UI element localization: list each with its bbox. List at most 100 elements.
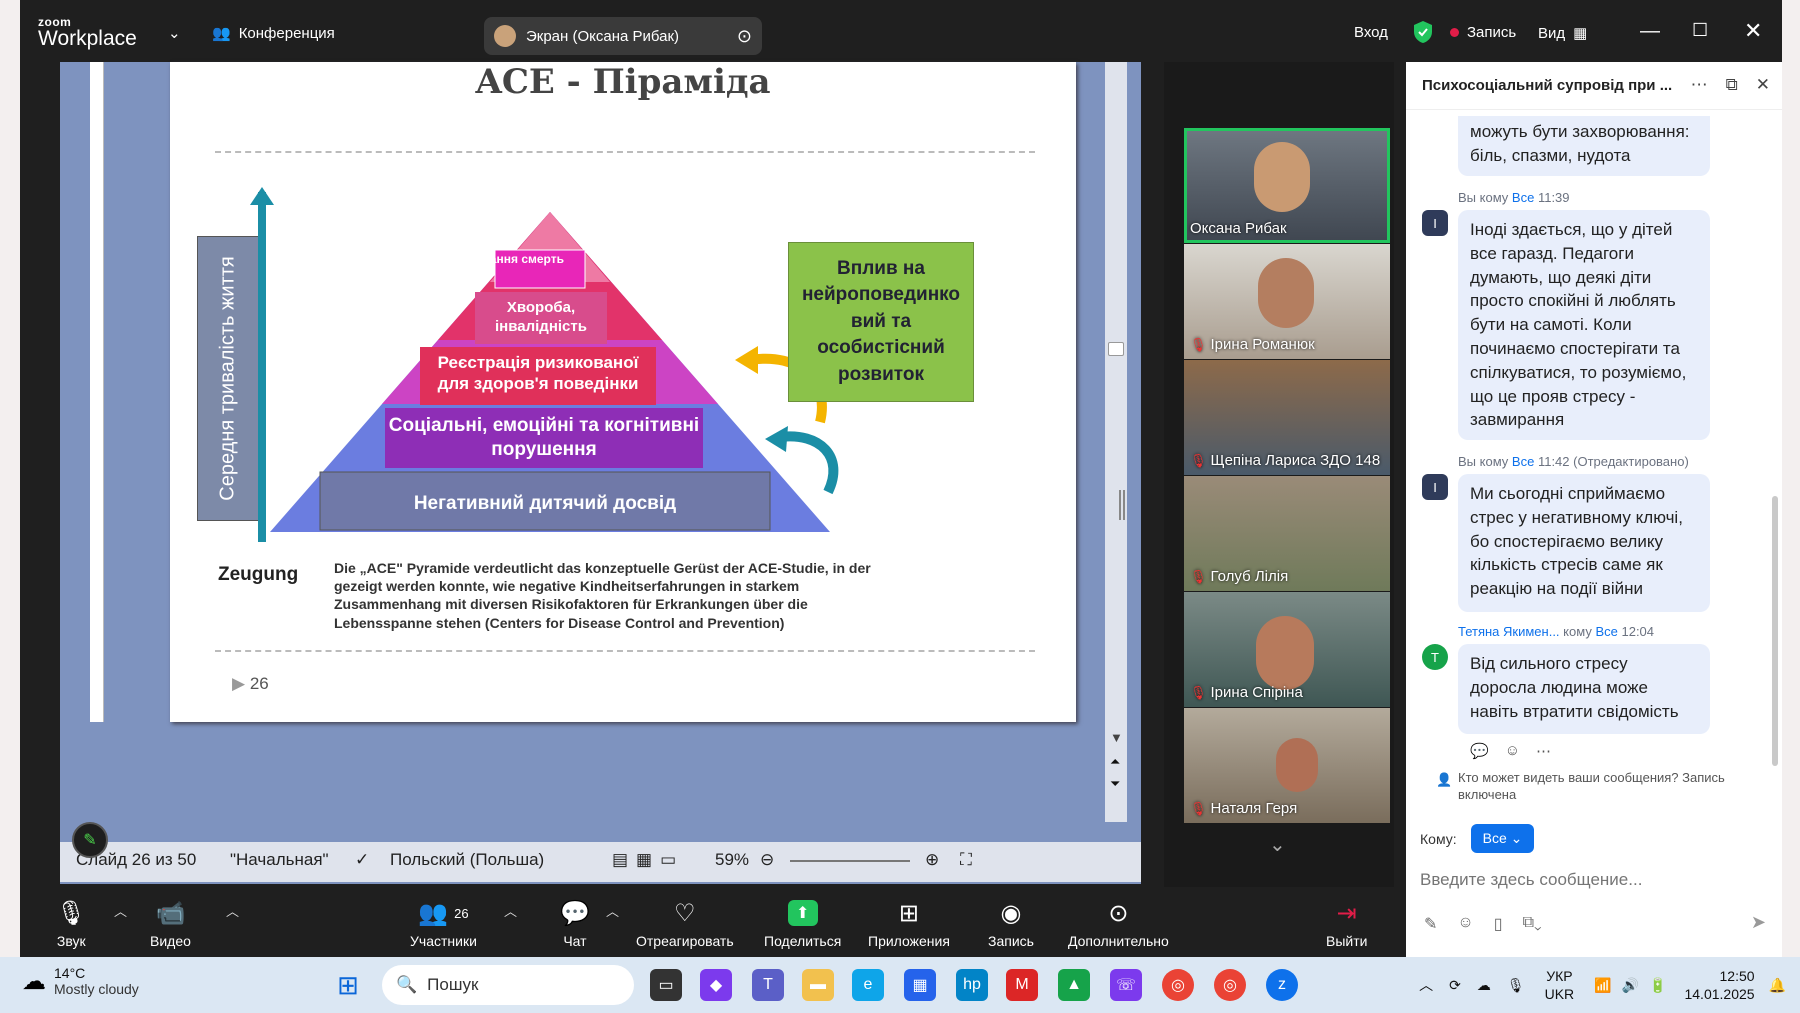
privacy-notice[interactable]: 👤 Кто может видеть ваши сообщения? Запис… — [1436, 770, 1756, 804]
google-drive-icon[interactable]: ▲ — [1058, 969, 1090, 1001]
fit-slide-icon[interactable]: ⛶ — [960, 850, 972, 870]
participant-name: 🎙 Наталя Геря — [1190, 800, 1298, 817]
chrome-icon[interactable]: ◎ — [1162, 969, 1194, 1001]
view-mode-icons[interactable]: ▤▦▭ — [612, 850, 684, 870]
annotate-pen-button[interactable]: ✎ — [72, 822, 108, 858]
close-chat-icon[interactable]: ✕ — [1756, 75, 1770, 95]
audio-options-caret-icon[interactable]: ︿ — [114, 901, 127, 920]
zoom-taskbar-icon[interactable]: z — [1266, 969, 1298, 1001]
send-icon[interactable]: ➤ — [1751, 912, 1766, 933]
login-button[interactable]: Вход — [1354, 24, 1388, 41]
participant-video — [1276, 738, 1318, 792]
vertical-scrollbar[interactable]: ▼ ⏶ ⏷ — [1105, 62, 1127, 822]
microphone-icon[interactable]: 🎙 — [1507, 977, 1525, 994]
format-icon[interactable]: ✎ — [1424, 914, 1437, 934]
participant-tile[interactable]: Оксана Рибак — [1184, 128, 1390, 243]
video-button[interactable]: 📹 Видео — [150, 897, 191, 950]
myhp-icon[interactable]: hp — [956, 969, 988, 1001]
reply-icon[interactable]: 💬 — [1470, 742, 1489, 760]
task-view-icon[interactable]: ▭ — [650, 969, 682, 1001]
message-input[interactable] — [1420, 870, 1760, 890]
sync-icon[interactable]: ⟳ — [1449, 977, 1461, 994]
view-button[interactable]: Вид ▦ — [1538, 24, 1587, 43]
zoom-out-icon[interactable]: ⊖ — [760, 850, 774, 870]
apps-button[interactable]: ⊞ Приложения — [868, 897, 950, 950]
screen-share-indicator[interactable]: Экран (Оксана Рибак) ⊙ — [484, 17, 762, 55]
conference-label: Конференция — [238, 24, 335, 42]
add-reaction-icon[interactable]: ☺ — [1505, 742, 1520, 760]
participant-tile[interactable]: 🎙 Наталя Геря — [1184, 708, 1390, 823]
video-options-caret-icon[interactable]: ︿ — [226, 901, 239, 920]
volume-icon[interactable]: 🔊 — [1622, 977, 1639, 994]
recipient-select[interactable]: Все ⌄ — [1470, 824, 1535, 853]
record-indicator[interactable]: Запись — [1450, 24, 1516, 41]
react-button[interactable]: ♡ Отреагировать — [636, 897, 734, 950]
scrollbar-thumb[interactable] — [1108, 342, 1124, 356]
chat-options-caret-icon[interactable]: ︿ — [606, 901, 619, 920]
sender-avatar: I — [1422, 210, 1448, 236]
leave-button[interactable]: ⇥ Выйти — [1326, 897, 1367, 950]
panel-resize-handle[interactable] — [1119, 490, 1125, 520]
more-options-icon[interactable]: ⊙ — [737, 26, 752, 47]
store-icon[interactable]: ▦ — [904, 969, 936, 1001]
language-status[interactable]: Польский (Польша) — [390, 850, 544, 870]
conference-button[interactable]: 👥 Конференция — [212, 24, 335, 43]
influence-label: Вплив на нейроповединко вий та особистіс… — [801, 257, 961, 385]
windows-start-icon[interactable]: ⊞ — [332, 969, 364, 1001]
minimize-icon[interactable]: — — [1640, 20, 1660, 43]
language-indicator[interactable]: УКР UKR — [1545, 967, 1575, 1003]
chrome-profile-icon[interactable]: ◎ — [1214, 969, 1246, 1001]
security-shield-icon[interactable] — [1412, 20, 1434, 44]
participant-tile[interactable]: 🎙 Ірина Спіріна — [1184, 592, 1390, 707]
battery-icon[interactable]: 🔋 — [1649, 977, 1666, 994]
participant-video — [1254, 142, 1310, 212]
participants-button[interactable]: 👥 26 Участники — [410, 897, 477, 950]
maximize-icon[interactable]: ☐ — [1692, 20, 1708, 41]
edge-icon[interactable]: e — [852, 969, 884, 1001]
scroll-down-icon[interactable]: ▼ — [1110, 730, 1123, 745]
chat-scrollbar[interactable] — [1772, 496, 1778, 766]
wifi-icon[interactable]: 📶 — [1594, 977, 1611, 994]
logo-menu-chevron-icon[interactable]: ⌄ — [168, 24, 181, 42]
weather-widget[interactable]: ☁ 14°C Mostly cloudy — [22, 965, 139, 997]
more-icon[interactable]: ⋯ — [1691, 75, 1708, 95]
clock[interactable]: 12:50 14.01.2025 — [1684, 967, 1754, 1003]
share-button[interactable]: ⬆ Поделиться — [764, 897, 841, 949]
participant-tile[interactable]: 🎙 Щепіна Лариса ЗДО 148 — [1184, 360, 1390, 475]
screenshot-icon[interactable]: ⧉⌄ — [1523, 914, 1542, 934]
participants-options-caret-icon[interactable]: ︿ — [504, 901, 517, 920]
more-actions-icon[interactable]: ⋯ — [1536, 742, 1551, 760]
previous-slide-icon[interactable]: ⏶ — [1110, 754, 1120, 770]
muted-mic-icon: 🎙 — [1190, 568, 1207, 584]
zoom-slider[interactable] — [790, 860, 910, 862]
viber-icon[interactable]: ☏ — [1110, 969, 1142, 1001]
chat-title: Психосоціальний супровід при ... — [1422, 77, 1673, 94]
onedrive-icon[interactable]: ☁ — [1477, 977, 1491, 994]
taskbar-search[interactable]: 🔍 Пошук — [382, 965, 634, 1005]
mcafee-icon[interactable]: M — [1006, 969, 1038, 1001]
message-meta: Вы кому Все 11:39 — [1458, 190, 1570, 205]
next-slide-icon[interactable]: ⏷ — [1110, 776, 1120, 792]
chat-message-partial: можуть бути захворювання: біль, спазми, … — [1458, 116, 1710, 176]
participant-tile[interactable]: 🎙 Ірина Романюк — [1184, 244, 1390, 359]
notification-bell-icon[interactable]: 🔔 — [1769, 977, 1786, 994]
chat-button[interactable]: 💬 Чат — [560, 897, 590, 950]
zoom-in-icon[interactable]: ⊕ — [925, 850, 939, 870]
gallery-scroll-down-icon[interactable]: ⌄ — [1269, 832, 1286, 857]
tray-overflow-icon[interactable]: ︿ — [1419, 975, 1433, 995]
teams-icon[interactable]: T — [752, 969, 784, 1001]
file-explorer-icon[interactable]: ▬ — [802, 969, 834, 1001]
participant-tile[interactable]: 🎙 Голуб Лілія — [1184, 476, 1390, 591]
close-icon[interactable]: ✕ — [1744, 18, 1762, 44]
record-button[interactable]: ◉ Запись — [988, 897, 1034, 950]
zoom-level[interactable]: 59% — [715, 850, 749, 870]
apps-icon: ⊞ — [898, 899, 920, 927]
copilot-icon[interactable]: ◆ — [700, 969, 732, 1001]
more-button[interactable]: ⊙ Дополнительно — [1068, 897, 1169, 950]
emoji-icon[interactable]: ☺ — [1457, 914, 1473, 934]
audio-button[interactable]: 🎙 Звук — [56, 897, 86, 950]
spellcheck-icon[interactable]: ✓ — [355, 850, 369, 870]
file-icon[interactable]: ▯ — [1494, 914, 1503, 934]
slide-number-label: 26 — [249, 674, 269, 693]
pop-out-icon[interactable]: ⧉ — [1726, 75, 1738, 95]
